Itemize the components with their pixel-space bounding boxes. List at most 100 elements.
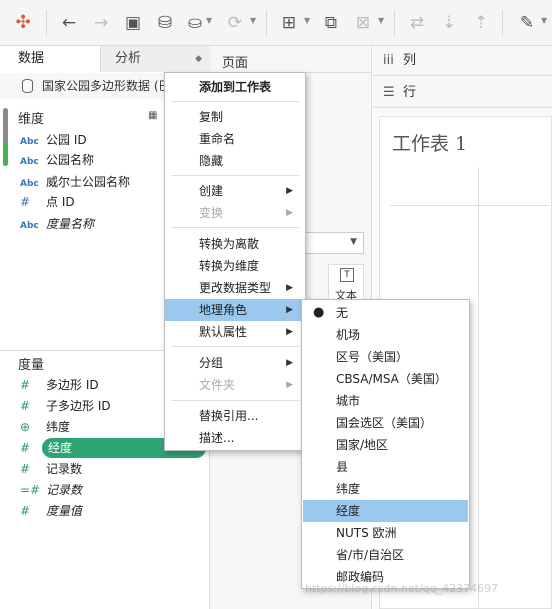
save-icon[interactable]: ▣ xyxy=(120,10,146,36)
geo-role-cbsa-msa[interactable]: CBSA/MSA（美国） xyxy=(303,368,468,390)
menu-item-transform: 变换 ▶ xyxy=(165,202,305,224)
menu-item-replace-references[interactable]: 替换引用... xyxy=(165,405,305,427)
menu-item-folder: 文件夹 ▶ xyxy=(165,374,305,396)
pane-tabs: 数据 分析 ◆ xyxy=(0,46,210,72)
string-type-icon: Abc xyxy=(20,137,39,147)
rows-shelf[interactable]: ☰ 行 xyxy=(373,78,552,108)
field-name: 子多边形 ID xyxy=(46,399,111,413)
menu-item-group[interactable]: 分组 ▶ xyxy=(165,352,305,374)
geo-role-state-province[interactable]: 省/市/自治区 xyxy=(303,544,468,566)
globe-icon: ⊕ xyxy=(20,420,31,434)
menu-item-label: 创建 xyxy=(199,184,224,198)
menu-item-convert-dimension[interactable]: 转换为维度 xyxy=(165,255,305,277)
menu-item-label: 变换 xyxy=(199,206,224,220)
dimension-field[interactable]: Abc 威尔士公园名称 xyxy=(20,172,130,192)
measures-title: 度量 xyxy=(18,358,45,373)
geo-role-country[interactable]: 国家/地区 xyxy=(303,434,468,456)
number-type-icon: # xyxy=(20,504,31,518)
tab-data[interactable]: 数据 xyxy=(0,46,100,72)
clear-icon[interactable]: ⊠ xyxy=(350,10,376,36)
field-name: 公园名称 xyxy=(46,153,95,167)
sort-asc-icon[interactable]: ⇣ xyxy=(436,10,462,36)
geo-role-label: 无 xyxy=(336,306,349,320)
datasource-icon[interactable]: ⛀ xyxy=(184,10,206,36)
geo-role-longitude[interactable]: 经度 xyxy=(303,500,468,522)
string-type-icon: Abc xyxy=(20,221,39,231)
menu-item-rename[interactable]: 重命名 xyxy=(165,128,305,150)
menu-item-change-data-type[interactable]: 更改数据类型 ▶ xyxy=(165,277,305,299)
menu-separator xyxy=(171,346,299,347)
rows-label: 行 xyxy=(403,85,417,100)
highlight-icon[interactable]: ✎ xyxy=(514,10,540,36)
measure-field[interactable]: # 记录数 xyxy=(20,459,82,479)
axis-line xyxy=(478,167,479,607)
menu-separator xyxy=(171,101,299,102)
measure-field[interactable]: ⊕ 纬度 xyxy=(20,417,70,437)
measure-field[interactable]: # 子多边形 ID xyxy=(20,396,111,416)
new-datasource-icon[interactable]: ⛁ xyxy=(152,10,178,36)
field-name: 点 ID xyxy=(46,195,75,209)
field-name: 记录数 xyxy=(46,462,83,476)
dimension-field[interactable]: Abc 公园 ID xyxy=(20,130,87,150)
watermark: https://blog.csdn.net/qq_42374697 xyxy=(305,582,499,595)
text-icon: T xyxy=(340,268,354,282)
menu-item-default-properties[interactable]: 默认属性 ▶ xyxy=(165,321,305,343)
measure-field[interactable]: =# 记录数 xyxy=(20,480,82,500)
measure-field[interactable]: # 多边形 ID xyxy=(20,375,99,395)
columns-label: 列 xyxy=(403,53,417,68)
menu-separator xyxy=(171,175,299,176)
submenu-arrow-icon: ▶ xyxy=(286,208,293,218)
columns-shelf[interactable]: iii 列 xyxy=(373,46,552,76)
geo-role-area-code[interactable]: 区号（美国） xyxy=(303,346,468,368)
geo-role-nuts-europe[interactable]: NUTS 欧洲 xyxy=(303,522,468,544)
field-name: 威尔士公园名称 xyxy=(46,175,131,189)
geo-role-airport[interactable]: 机场 xyxy=(303,324,468,346)
menu-item-copy[interactable]: 复制 xyxy=(165,106,305,128)
tableau-logo-icon[interactable]: ✣ xyxy=(10,10,36,36)
pages-shelf-title: 页面 xyxy=(222,56,249,71)
field-name: 记录数 xyxy=(46,483,83,497)
undo-icon[interactable]: ← xyxy=(56,10,82,36)
redo-icon[interactable]: → xyxy=(88,10,114,36)
menu-item-label: 分组 xyxy=(199,356,224,370)
dimension-field[interactable]: # 点 ID xyxy=(20,192,75,212)
selected-dot-icon: ● xyxy=(313,305,325,320)
menu-item-describe[interactable]: 描述... xyxy=(165,427,305,449)
chevron-down-icon[interactable]: ▼ xyxy=(378,16,384,25)
geographic-role-submenu: ● 无 机场 区号（美国） CBSA/MSA（美国） 城市 国会选区（美国） 国… xyxy=(301,299,470,589)
geo-role-latitude[interactable]: 纬度 xyxy=(303,478,468,500)
number-type-icon: # xyxy=(20,195,31,209)
chevron-down-icon[interactable]: ▼ xyxy=(304,16,310,25)
menu-item-add-to-sheet[interactable]: 添加到工作表 xyxy=(165,76,305,98)
new-worksheet-icon[interactable]: ⊞ xyxy=(276,10,302,36)
menu-item-hide[interactable]: 隐藏 xyxy=(165,150,305,172)
menu-item-convert-discrete[interactable]: 转换为离散 xyxy=(165,233,305,255)
toolbar-separator xyxy=(502,10,503,36)
chevron-down-icon[interactable]: ▼ xyxy=(541,16,547,25)
chevron-down-icon[interactable]: ▼ xyxy=(250,16,256,25)
menu-separator xyxy=(171,227,299,228)
string-type-icon: Abc xyxy=(20,179,39,189)
dimension-field[interactable]: Abc 公园名称 xyxy=(20,150,94,170)
text-mark-button[interactable]: T 文本 xyxy=(328,264,364,304)
geo-role-county[interactable]: 县 xyxy=(303,456,468,478)
tab-analysis[interactable]: 分析 ◆ xyxy=(100,46,210,72)
refresh-icon[interactable]: ⟳ xyxy=(222,10,248,36)
chevron-down-icon[interactable]: ▼ xyxy=(206,16,212,25)
sort-desc-icon[interactable]: ⇡ xyxy=(468,10,494,36)
menu-item-label: 默认属性 xyxy=(199,325,248,339)
menu-item-create[interactable]: 创建 ▶ xyxy=(165,180,305,202)
menu-item-geographic-role[interactable]: 地理角色 ▶ xyxy=(165,299,305,321)
geo-role-none[interactable]: ● 无 xyxy=(303,302,468,324)
geo-role-city[interactable]: 城市 xyxy=(303,390,468,412)
submenu-arrow-icon: ▶ xyxy=(286,186,293,196)
grid-view-icon[interactable]: ▦ xyxy=(148,110,157,121)
chevron-updown-icon: ◆ xyxy=(195,54,202,64)
string-type-icon: Abc xyxy=(20,157,39,167)
swap-icon[interactable]: ⇄ xyxy=(404,10,430,36)
dimension-field[interactable]: Abc 度量名称 xyxy=(20,214,94,234)
sheet-title[interactable]: 工作表 1 xyxy=(392,129,467,156)
measure-field[interactable]: # 度量值 xyxy=(20,501,82,521)
geo-role-congressional-district[interactable]: 国会选区（美国） xyxy=(303,412,468,434)
duplicate-icon[interactable]: ⧉ xyxy=(318,10,344,36)
